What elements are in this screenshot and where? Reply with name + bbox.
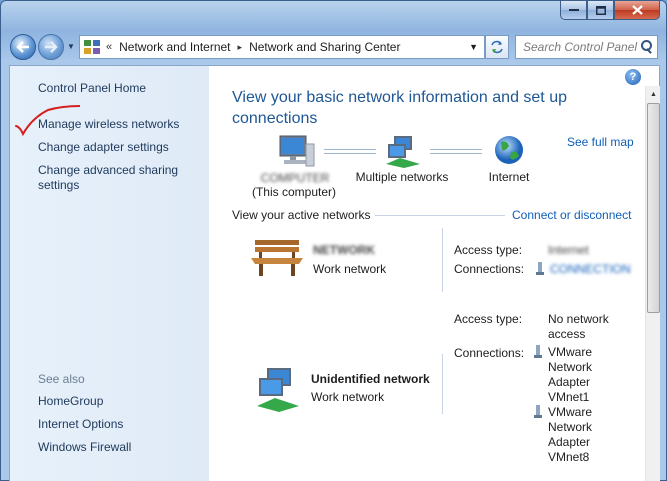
address-bar[interactable]: « Network and Internet ▸ Network and Sha…: [79, 35, 485, 59]
breadcrumb-network-and-internet[interactable]: Network and Internet: [119, 40, 230, 54]
network-2-connection-vmnet8-link[interactable]: VMware Network Adapter VMnet8: [548, 405, 603, 465]
sidebar-item-change-adapter-settings[interactable]: Change adapter settings: [38, 140, 169, 155]
network-2-type: Work network: [311, 390, 385, 404]
page-title: View your basic network information and …: [232, 89, 567, 127]
back-arrow-icon: [16, 41, 29, 53]
network-2-access-type-value: No network access: [548, 312, 609, 341]
scroll-up-button[interactable]: ▲: [646, 86, 661, 102]
breadcrumb-separator[interactable]: ▸: [238, 42, 243, 53]
network-2-divider: [442, 354, 443, 414]
network-2-connection-vmnet1-link[interactable]: VMware Network Adapter VMnet1: [548, 345, 603, 405]
refresh-button[interactable]: [485, 35, 509, 59]
see-also-heading: See also: [38, 372, 85, 386]
network-1-connections-label: Connections:: [454, 262, 525, 276]
breadcrumb-overflow[interactable]: «: [106, 41, 112, 53]
refresh-icon: [491, 40, 503, 54]
main-panel: View your basic network information and …: [209, 66, 645, 481]
sidebar-item-control-panel-home[interactable]: Control Panel Home: [38, 81, 146, 96]
control-panel-icon: [83, 39, 101, 55]
window-frame: ▼ « Network and Internet ▸ Network and S…: [0, 0, 667, 481]
vertical-scrollbar[interactable]: ▲: [645, 86, 660, 481]
close-button[interactable]: [614, 1, 660, 20]
red-checkmark-annotation: [15, 105, 80, 137]
search-box[interactable]: [515, 35, 658, 59]
this-computer-caption: (This computer): [251, 185, 337, 199]
map-link-computer-networks: [324, 149, 376, 154]
network-icon: [386, 136, 420, 168]
adapter-icon: [536, 262, 544, 275]
sidebar: Control Panel Home Manage wireless netwo…: [10, 66, 209, 481]
see-also-windows-firewall[interactable]: Windows Firewall: [38, 440, 131, 455]
back-button[interactable]: [10, 34, 36, 60]
section-divider: [375, 215, 505, 216]
breadcrumb-network-and-sharing-center[interactable]: Network and Sharing Center: [249, 40, 400, 54]
see-also-homegroup[interactable]: HomeGroup: [38, 394, 103, 409]
map-link-networks-internet: [430, 149, 482, 154]
unidentified-network-icon: [257, 368, 299, 412]
caption-buttons: [560, 1, 660, 21]
minimize-icon: [568, 9, 579, 11]
network-1-access-type-label: Access type:: [454, 243, 523, 257]
network-1-access-type-value: Internet: [548, 243, 589, 257]
internet-label[interactable]: Internet: [479, 170, 539, 184]
multiple-networks-label[interactable]: Multiple networks: [347, 170, 457, 184]
address-dropdown-button[interactable]: ▼: [469, 42, 478, 52]
close-icon: [631, 5, 643, 15]
network-2-access-type-label: Access type:: [454, 312, 523, 326]
adapter-icon: [534, 405, 542, 418]
see-full-map-link[interactable]: See full map: [567, 135, 634, 149]
minimize-button[interactable]: [560, 1, 587, 20]
network-1-type-link[interactable]: Work network: [313, 262, 386, 277]
bench-icon: [251, 240, 303, 276]
content-area: Control Panel Home Manage wireless netwo…: [9, 65, 660, 481]
network-1-name: NETWORK: [313, 243, 375, 257]
forward-arrow-icon: [45, 41, 58, 53]
globe-icon: [495, 136, 523, 164]
search-input[interactable]: [516, 40, 638, 54]
scroll-thumb[interactable]: [647, 103, 660, 313]
adapter-icon: [534, 345, 542, 358]
maximize-button[interactable]: [587, 1, 614, 20]
recent-pages-dropdown[interactable]: ▼: [67, 42, 75, 51]
computer-icon: [279, 135, 315, 167]
network-1-connection-link[interactable]: CONNECTION: [550, 262, 631, 277]
computer-name: COMPUTER: [260, 171, 330, 185]
search-icon[interactable]: [638, 38, 656, 56]
sidebar-item-change-advanced-sharing-settings[interactable]: Change advanced sharing settings: [38, 163, 188, 193]
active-networks-heading: View your active networks: [232, 208, 371, 222]
network-2-connections-label: Connections:: [454, 346, 525, 360]
network-2-name: Unidentified network: [311, 372, 430, 386]
connect-or-disconnect-link[interactable]: Connect or disconnect: [512, 208, 631, 222]
forward-button[interactable]: [38, 34, 64, 60]
maximize-icon: [595, 5, 606, 15]
see-also-internet-options[interactable]: Internet Options: [38, 417, 123, 432]
network-1-divider: [442, 228, 443, 292]
